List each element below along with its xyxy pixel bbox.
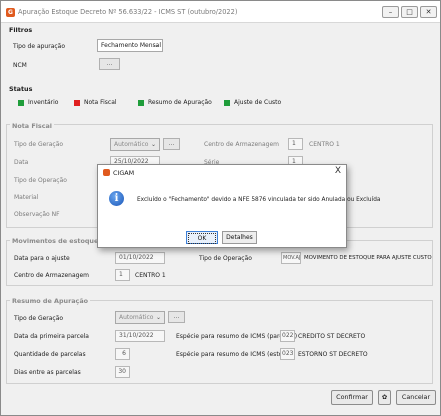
res-especie-estorno-label: Espécie para resumo de ICMS (estorno) xyxy=(176,351,295,358)
dialog-body: i Excluído o "Fechamento" devido a NFE 5… xyxy=(98,180,380,247)
res-data-primeira-label: Data da primeira parcela xyxy=(14,333,89,340)
status-ajuste-indicator xyxy=(224,100,230,106)
res-data-primeira-field[interactable]: 31/10/2022 xyxy=(115,330,165,342)
close-button[interactable]: ✕ xyxy=(420,6,437,18)
info-icon: i xyxy=(109,191,124,206)
title-bar: G Apuração Estoque Decreto Nº 56.633/22 … xyxy=(1,1,440,23)
res-dias-field[interactable]: 30 xyxy=(115,366,130,378)
mov-tipo-operacao-desc: MOVIMENTO DE ESTOQUE PARA AJUSTE CUSTO xyxy=(304,255,432,261)
nota-fiscal-title: Nota Fiscal xyxy=(10,122,54,130)
res-quantidade-field[interactable]: 6 xyxy=(115,348,130,360)
cigam-logo-icon xyxy=(103,169,110,176)
minimize-button[interactable]: – xyxy=(382,6,399,18)
tipo-apuracao-select[interactable]: Fechamento Mensal ⌄ xyxy=(97,39,163,52)
status-nota-fiscal-label: Nota Fiscal xyxy=(84,99,117,106)
nf-centro-label: Centro de Armazenagem xyxy=(204,141,280,148)
filtros-title: Filtros xyxy=(9,26,33,34)
nf-tipo-geracao-value: Automático xyxy=(114,141,149,148)
mov-data-ajuste-label: Data para o ajuste xyxy=(14,255,70,262)
confirm-button[interactable]: Confirmar xyxy=(331,390,373,405)
status-resumo-label: Resumo de Apuração xyxy=(148,99,212,106)
window-title: Apuração Estoque Decreto Nº 56.633/22 - … xyxy=(18,8,238,16)
ok-button[interactable]: OK xyxy=(186,231,218,244)
mov-data-ajuste-field[interactable]: 01/10/2022 xyxy=(115,252,165,264)
nf-tipo-operacao-label: Tipo de Operação xyxy=(14,177,67,184)
cancel-button[interactable]: Cancelar xyxy=(396,390,436,405)
nf-material-label: Material xyxy=(14,194,39,201)
res-tipo-geracao-select[interactable]: Automático ⌄ xyxy=(115,311,165,324)
tipo-apuracao-value: Fechamento Mensal xyxy=(101,42,162,49)
mov-tipo-operacao-label: Tipo de Operação xyxy=(199,255,252,262)
resumo-section: Resumo de Apuração Tipo de Geração Autom… xyxy=(6,297,433,384)
chevron-down-icon: ⌄ xyxy=(153,42,159,49)
res-especie-parcelas-desc: CREDITO ST DECRETO xyxy=(298,333,366,340)
status-nota-fiscal-indicator xyxy=(74,100,80,106)
status-resumo-indicator xyxy=(138,100,144,106)
nf-tipo-geracao-button[interactable]: ... xyxy=(163,138,180,150)
gear-icon[interactable]: ✿ xyxy=(378,390,391,405)
nf-centro-code-field[interactable]: 1 xyxy=(288,138,303,150)
res-tipo-geracao-button[interactable]: ... xyxy=(168,311,185,323)
maximize-button[interactable]: □ xyxy=(401,6,418,18)
ncm-label: NCM xyxy=(13,62,27,69)
resumo-title: Resumo de Apuração xyxy=(10,297,91,305)
mov-centro-label: Centro de Armazenagem xyxy=(14,272,90,279)
res-dias-label: Dias entre as parcelas xyxy=(14,369,81,376)
message-dialog: CIGAM X i Excluído o "Fechamento" devido… xyxy=(97,164,380,248)
dialog-title: CIGAM xyxy=(113,169,135,177)
mov-tipo-operacao-code[interactable]: MOV.AJ xyxy=(281,252,301,264)
res-tipo-geracao-label: Tipo de Geração xyxy=(14,315,64,322)
app-logo-icon: G xyxy=(6,8,15,17)
mov-centro-name: CENTRO 1 xyxy=(135,272,166,279)
chevron-down-icon: ⌄ xyxy=(155,314,161,321)
status-title: Status xyxy=(9,85,33,93)
res-quantidade-label: Quantidade de parcelas xyxy=(14,351,86,358)
res-especie-parcelas-code[interactable]: 022 xyxy=(280,330,295,342)
chevron-down-icon: ⌄ xyxy=(150,141,156,148)
nf-tipo-geracao-label: Tipo de Geração xyxy=(14,141,64,148)
mov-centro-code-field[interactable]: 1 xyxy=(115,269,130,281)
ok-button-label: OK xyxy=(188,233,216,244)
ncm-lookup-button[interactable]: ... xyxy=(99,58,120,70)
nf-data-label: Data xyxy=(14,159,29,166)
status-section: Status Inventário Nota Fiscal Resumo de … xyxy=(6,85,433,115)
nf-observacao-label: Observação NF xyxy=(14,211,60,218)
status-inventario-label: Inventário xyxy=(28,99,59,106)
status-ajuste-label: Ajuste de Custo xyxy=(234,99,282,106)
nf-tipo-geracao-select[interactable]: Automático ⌄ xyxy=(110,138,160,151)
res-especie-estorno-code[interactable]: 023 xyxy=(280,348,295,360)
details-button[interactable]: Detalhes xyxy=(222,231,257,244)
dialog-title-bar: CIGAM X xyxy=(98,165,346,180)
res-especie-estorno-desc: ESTORNO ST DECRETO xyxy=(298,351,368,358)
res-tipo-geracao-value: Automático xyxy=(119,314,154,321)
dialog-message: Excluído o "Fechamento" devido a NFE 587… xyxy=(137,197,381,203)
filtros-section: Filtros Tipo de apuração Fechamento Mens… xyxy=(6,23,433,78)
status-inventario-indicator xyxy=(18,100,24,106)
dialog-close-button[interactable]: X xyxy=(335,166,341,176)
res-especie-parcelas-label: Espécie para resumo de ICMS (parcelas) xyxy=(176,333,298,340)
tipo-apuracao-label: Tipo de apuração xyxy=(13,43,66,50)
nf-centro-name: CENTRO 1 xyxy=(309,141,340,148)
